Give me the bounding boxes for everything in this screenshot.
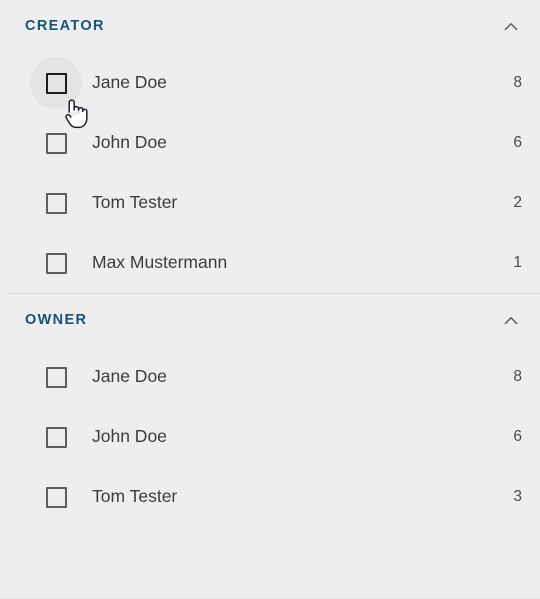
facet-item-count: 2 xyxy=(513,194,522,212)
facet-list: Jane Doe 8 John Doe 6 Tom Tester 2 Max Musterm… xyxy=(0,53,540,293)
checkbox-wrapper[interactable] xyxy=(42,249,70,277)
checkbox-wrapper[interactable] xyxy=(42,129,70,157)
chevron-up-icon[interactable] xyxy=(500,16,522,38)
facet-row[interactable]: Jane Doe 8 xyxy=(0,53,540,113)
facet-item-count: 8 xyxy=(513,368,522,386)
facet-checkbox[interactable] xyxy=(45,426,67,448)
facet-row[interactable]: Tom Tester 2 xyxy=(0,173,540,233)
facet-section-owner: OWNER Jane Doe 8 John Doe 6 Tom Tester 3 xyxy=(8,293,540,527)
checkbox-wrapper[interactable] xyxy=(42,363,70,391)
facet-row[interactable]: Jane Doe 8 xyxy=(8,347,540,407)
facet-row[interactable]: Max Mustermann 1 xyxy=(0,233,540,293)
facet-item-count: 3 xyxy=(513,488,522,506)
facet-section-title: CREATOR xyxy=(25,18,105,35)
facet-checkbox[interactable] xyxy=(45,72,67,94)
facet-item-count: 8 xyxy=(513,74,522,92)
facet-section-header-owner[interactable]: OWNER xyxy=(8,294,540,347)
facet-filter-panel: CREATOR Jane Doe 8 John Doe 6 Tom Tester 2 Max … xyxy=(0,0,540,527)
checkbox-wrapper[interactable] xyxy=(42,189,70,217)
facet-row[interactable]: John Doe 6 xyxy=(8,407,540,467)
facet-checkbox[interactable] xyxy=(45,486,67,508)
facet-item-label: Max Mustermann xyxy=(92,252,228,273)
facet-row[interactable]: John Doe 6 xyxy=(0,113,540,173)
facet-item-label: John Doe xyxy=(92,132,167,153)
facet-checkbox[interactable] xyxy=(45,366,67,388)
facet-item-label: John Doe xyxy=(92,426,167,447)
facet-checkbox[interactable] xyxy=(45,192,67,214)
facet-item-count: 1 xyxy=(513,254,522,272)
facet-section-title: OWNER xyxy=(25,312,88,329)
facet-item-count: 6 xyxy=(513,428,522,446)
checkbox-wrapper[interactable] xyxy=(42,423,70,451)
checkbox-wrapper[interactable] xyxy=(42,483,70,511)
checkbox-wrapper[interactable] xyxy=(30,57,82,109)
chevron-up-icon[interactable] xyxy=(500,310,522,332)
facet-item-label: Tom Tester xyxy=(92,192,178,213)
facet-item-label: Jane Doe xyxy=(92,72,167,93)
facet-section-header-creator[interactable]: CREATOR xyxy=(0,0,540,53)
facet-section-creator: CREATOR Jane Doe 8 John Doe 6 Tom Tester 2 Max … xyxy=(0,0,540,293)
facet-checkbox[interactable] xyxy=(45,132,67,154)
facet-row[interactable]: Tom Tester 3 xyxy=(8,467,540,527)
facet-item-label: Jane Doe xyxy=(92,366,167,387)
facet-list: Jane Doe 8 John Doe 6 Tom Tester 3 xyxy=(8,347,540,527)
facet-item-label: Tom Tester xyxy=(92,486,178,507)
facet-checkbox[interactable] xyxy=(45,252,67,274)
facet-item-count: 6 xyxy=(513,134,522,152)
